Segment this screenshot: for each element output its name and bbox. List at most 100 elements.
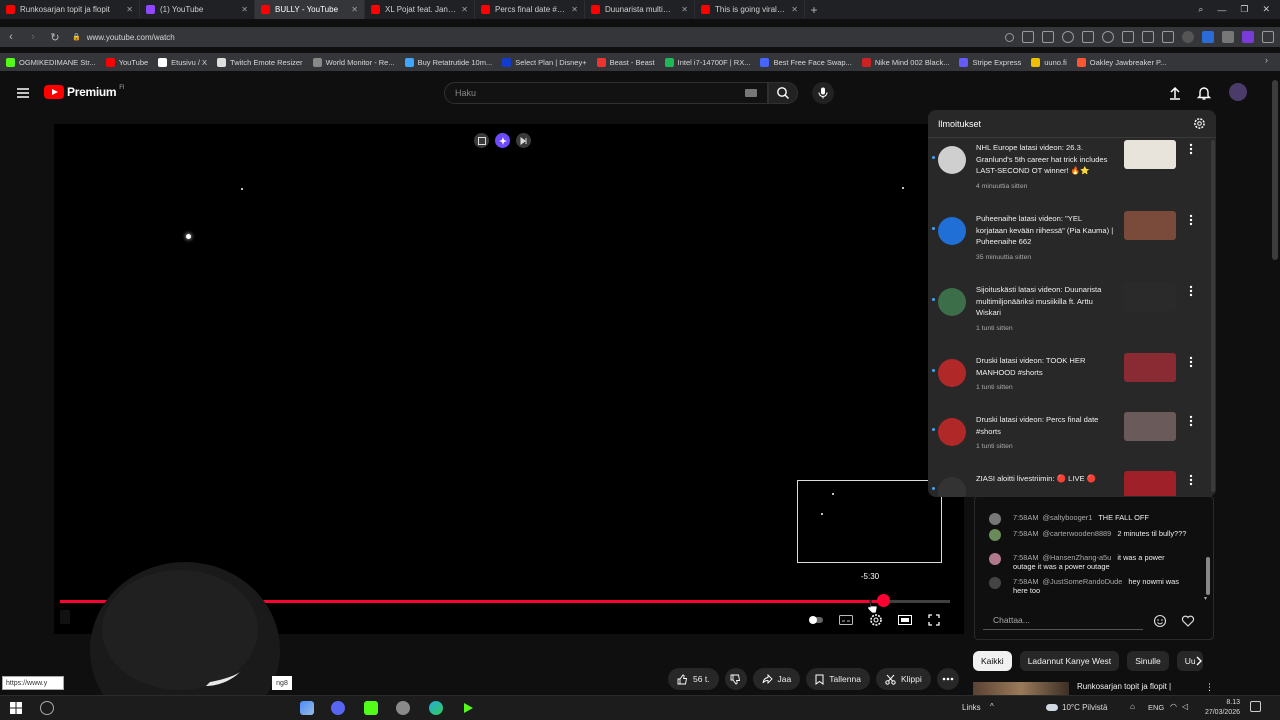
wifi-icon[interactable]: ◠ (1170, 702, 1177, 711)
search-tabs-icon[interactable]: ⌕ (1198, 4, 1203, 15)
youtube-premium-logo[interactable]: Premium FI (44, 85, 125, 99)
chat-scrollbar[interactable] (1206, 557, 1210, 595)
notification-center-icon[interactable] (1250, 701, 1261, 712)
browser-tab[interactable]: Duunarista multimiljonääri ✕ (585, 0, 695, 19)
url-field[interactable]: 🔒 www.youtube.com/watch (72, 33, 175, 42)
maximize-button[interactable]: ❐ (1240, 4, 1248, 15)
bookmark-item[interactable]: Select Plan | Disney+ (502, 57, 587, 67)
recommended-video[interactable]: Runkosarjan topit ja flopit | ⋮ (973, 682, 1213, 696)
profile-icon[interactable] (1182, 31, 1194, 43)
kick-icon[interactable] (364, 701, 378, 715)
bookmark-item[interactable]: Twitch Emote Resizer (217, 57, 303, 67)
picture-in-picture-icon[interactable] (474, 133, 489, 148)
chat-avatar[interactable] (989, 513, 1001, 525)
play-icon[interactable] (1082, 31, 1094, 43)
bookmark-item[interactable]: Buy Retatrutide 10m... (404, 57, 492, 67)
minimize-button[interactable]: — (1217, 5, 1226, 15)
close-window-button[interactable]: ✕ (1262, 4, 1270, 15)
extension-cube-icon[interactable] (1222, 31, 1234, 43)
edge-browser-icon[interactable] (429, 701, 443, 715)
save-button[interactable]: Tallenna (806, 668, 870, 690)
autoplay-toggle[interactable] (808, 612, 824, 628)
keyboard-icon[interactable] (745, 89, 757, 97)
more-vertical-icon[interactable] (1187, 284, 1195, 298)
chevron-up-icon[interactable]: ^ (990, 702, 994, 711)
network-icon[interactable]: ⌂ (1130, 702, 1135, 711)
chat-avatar[interactable] (989, 553, 1001, 565)
browser-tab[interactable]: XL Pojat feat. Janne Ranta ✕ (365, 0, 475, 19)
more-vertical-icon[interactable] (1187, 213, 1195, 227)
close-tab-icon[interactable]: ✕ (351, 5, 358, 14)
browser-tab[interactable]: Runkosarjan topit ja flopit ✕ (0, 0, 140, 19)
new-tab-button[interactable]: + (805, 0, 823, 19)
more-actions-button[interactable] (936, 668, 959, 690)
notification-item[interactable]: Puheenaihe latasi videon: "YEL korjataan… (928, 209, 1216, 269)
account-avatar[interactable] (1229, 83, 1247, 101)
chat-scroll-down-icon[interactable]: ▾ (1204, 595, 1207, 602)
notification-item[interactable]: NHL Europe latasi videon: 26.3. Granlund… (928, 138, 1216, 198)
create-upload-button[interactable] (1166, 84, 1184, 102)
recommended-more-icon[interactable]: ⋮ (1205, 682, 1213, 693)
more-vertical-icon[interactable] (1187, 355, 1195, 369)
chat-username[interactable]: @saltybooger1 (1043, 513, 1093, 522)
language-indicator[interactable]: ENG (1148, 703, 1164, 712)
recommended-video-thumbnail[interactable] (973, 682, 1069, 696)
reload-button[interactable]: ↻ (44, 27, 66, 47)
heart-icon[interactable] (1102, 31, 1114, 43)
fullscreen-icon[interactable] (926, 612, 942, 628)
chat-username[interactable]: @JustSomeRandoDude (1043, 577, 1123, 586)
shield-icon[interactable] (1062, 31, 1074, 43)
ai-sparkle-icon[interactable] (495, 133, 510, 148)
notifications-scrollbar[interactable] (1211, 140, 1215, 492)
chat-input[interactable]: Chattaa... (983, 610, 1143, 630)
find-icon[interactable] (1005, 32, 1014, 42)
chips-next-button[interactable] (1190, 651, 1208, 671)
notification-item[interactable]: Druski latasi videon: Percs final date #… (928, 410, 1216, 470)
discord-icon[interactable] (331, 701, 345, 715)
close-tab-icon[interactable]: ✕ (126, 5, 133, 14)
back-button[interactable]: ‹ (0, 27, 22, 47)
bookmark-item[interactable]: Nike Mind 002 Black... (861, 57, 949, 67)
bookmark-item[interactable]: YouTube (105, 57, 148, 67)
download-icon[interactable] (1142, 31, 1154, 43)
extension-flash-icon[interactable] (1202, 31, 1214, 43)
browser-tab[interactable]: Percs final date #shorts - Y ✕ (475, 0, 585, 19)
heart-icon[interactable] (1181, 614, 1195, 628)
list-icon[interactable] (1122, 31, 1134, 43)
dislike-button[interactable] (724, 668, 747, 690)
bookmark-item[interactable]: uuno.fi (1031, 57, 1067, 67)
filter-chip[interactable]: Sinulle (1127, 651, 1169, 671)
gear-icon[interactable] (1193, 117, 1206, 130)
close-tab-icon[interactable]: ✕ (681, 5, 688, 14)
volume-icon[interactable]: ◁ (1182, 702, 1188, 711)
bookmark-item[interactable]: Beast - Beast (596, 57, 655, 67)
bookmark-item[interactable]: Best Free Face Swap... (760, 57, 852, 67)
home-icon[interactable] (1042, 31, 1054, 43)
forward-button[interactable]: › (22, 27, 44, 47)
close-tab-icon[interactable]: ✕ (791, 5, 798, 14)
chat-username[interactable]: @carterwooden8889 (1043, 529, 1112, 538)
close-tab-icon[interactable]: ✕ (241, 5, 248, 14)
browser-tab[interactable]: BULLY - YouTube ✕ (255, 0, 365, 19)
notification-item[interactable]: Druski latasi videon: TOOK HER MANHOOD #… (928, 351, 1216, 411)
shield-app-icon[interactable] (396, 701, 410, 715)
chat-username[interactable]: @HansenZhang-a5u (1043, 553, 1112, 562)
windows-start-icon[interactable] (9, 701, 23, 715)
copilot-icon[interactable] (300, 701, 314, 715)
subtitles-icon[interactable] (838, 612, 854, 628)
bookmark-item[interactable]: Etusivu / X (158, 57, 207, 67)
skip-icon[interactable] (516, 133, 531, 148)
more-vertical-icon[interactable] (1187, 142, 1195, 156)
chat-avatar[interactable] (989, 577, 1001, 589)
more-vertical-icon[interactable] (1187, 473, 1195, 487)
notifications-bell-button[interactable] (1195, 84, 1213, 102)
filter-chip[interactable]: Ladannut Kanye West (1019, 651, 1120, 671)
links-toolbar[interactable]: Links (962, 703, 981, 712)
search-button[interactable] (768, 82, 798, 104)
recommended-video-title[interactable]: Runkosarjan topit ja flopit | (1077, 682, 1171, 691)
browser-tab[interactable]: (1) YouTube ✕ (140, 0, 255, 19)
theater-mode-icon[interactable] (897, 612, 913, 628)
emoji-icon[interactable] (1153, 614, 1167, 628)
notification-item[interactable]: Sijoituskästi latasi videon: Duunarista … (928, 280, 1216, 340)
bookmark-item[interactable]: Oakley Jawbreaker P... (1076, 57, 1166, 67)
